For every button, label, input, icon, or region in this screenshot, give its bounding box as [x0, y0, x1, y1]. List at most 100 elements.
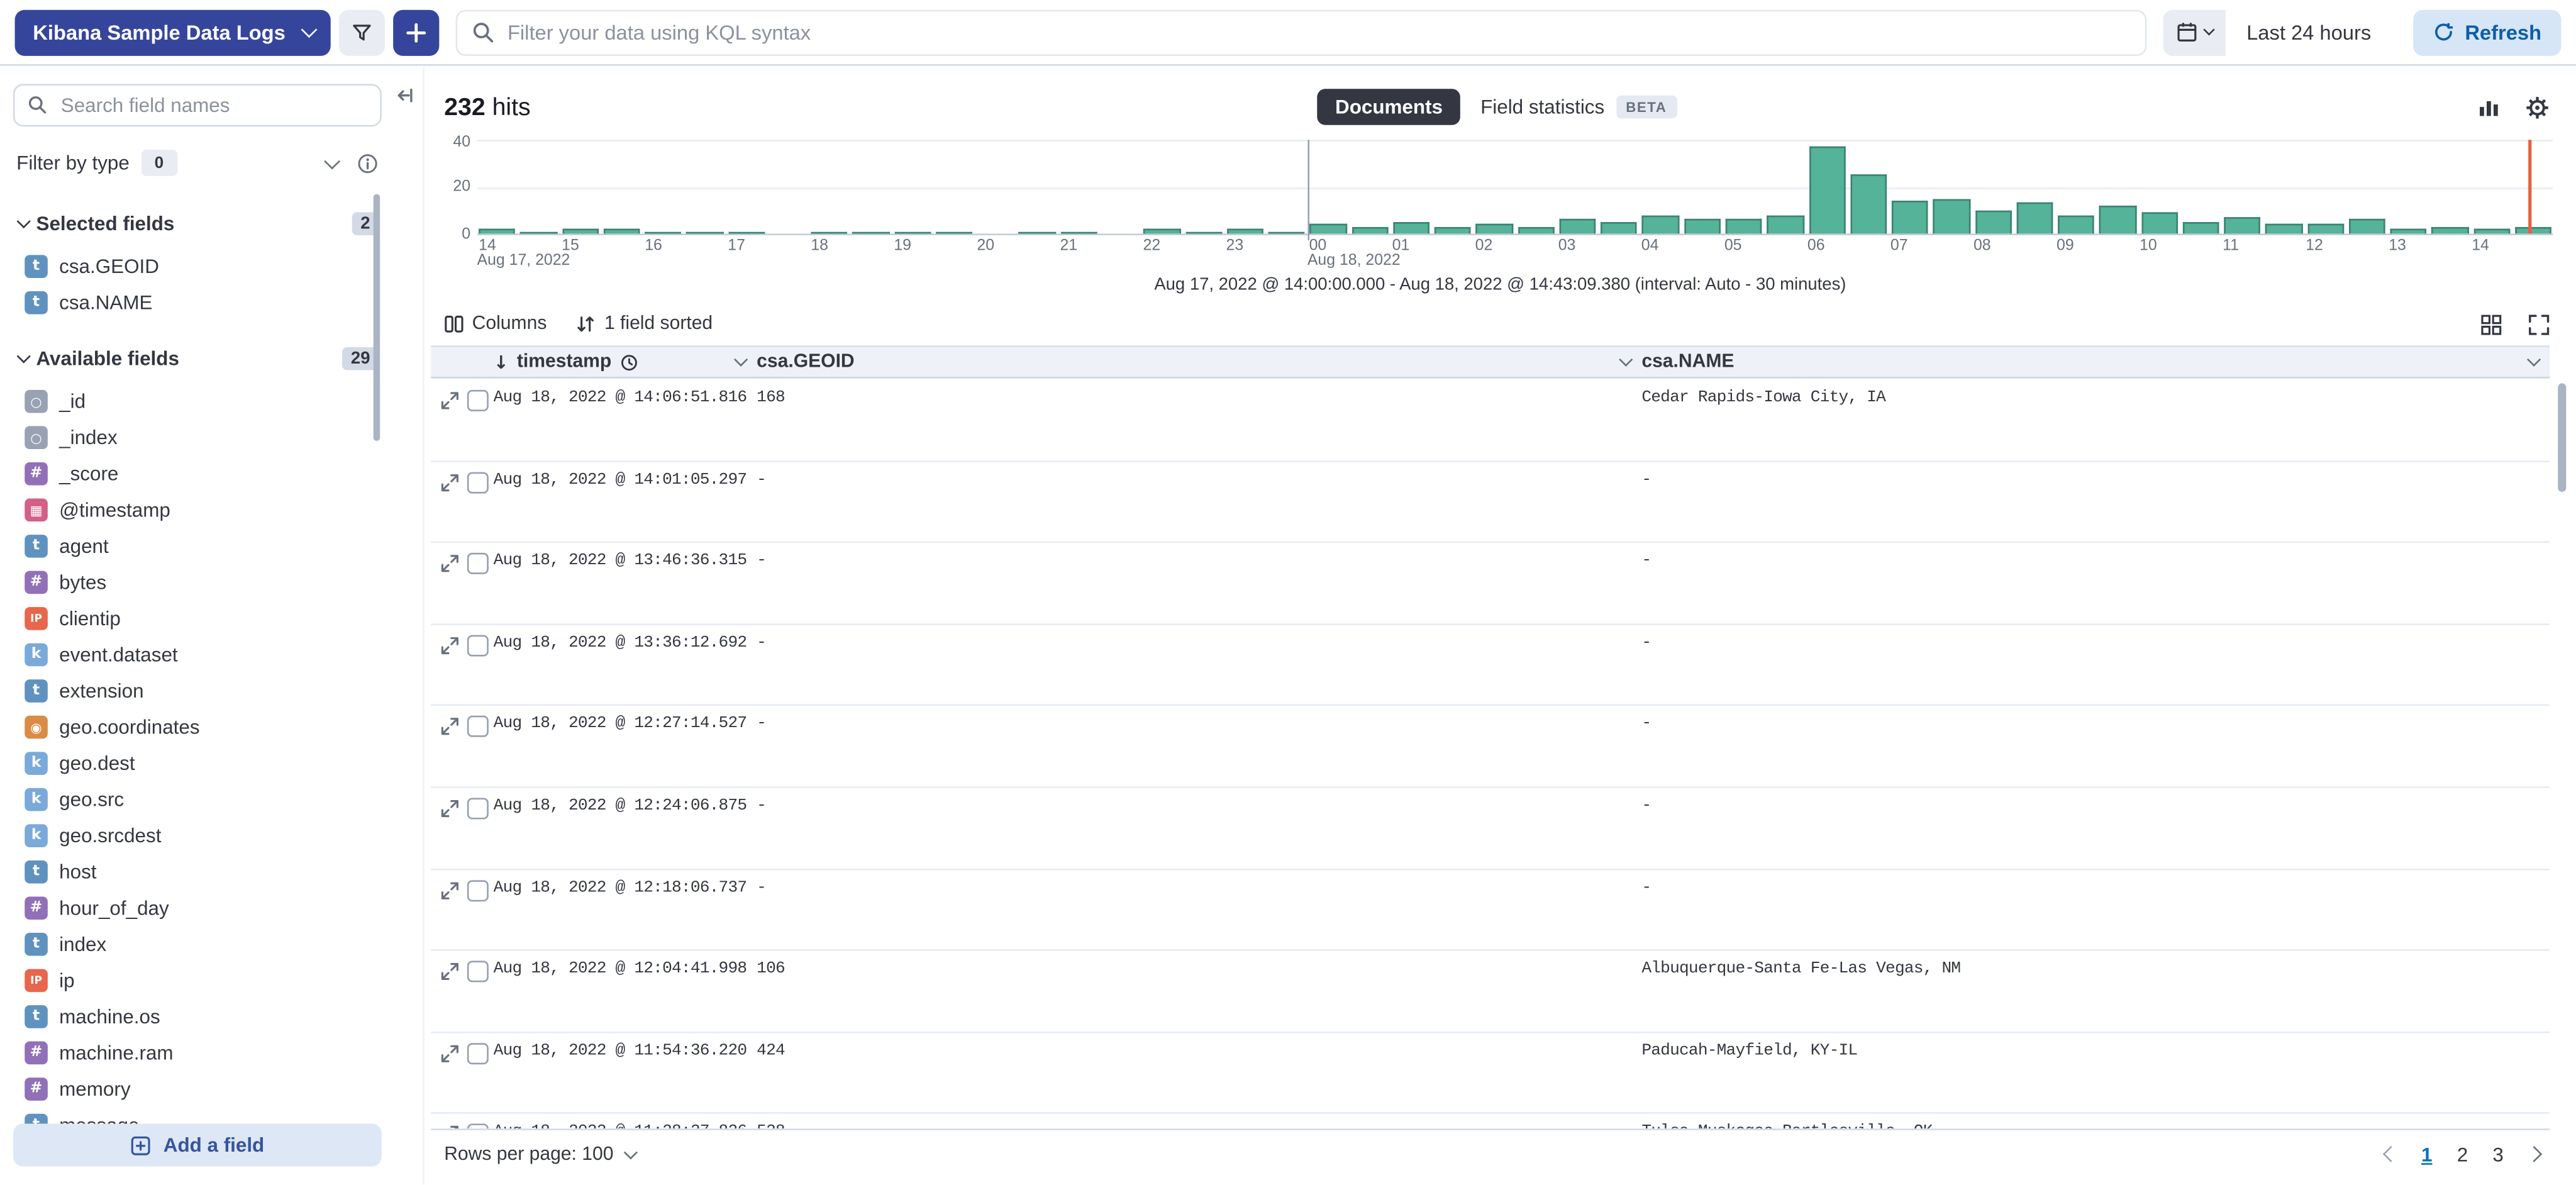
cell-timestamp[interactable]: Aug 18, 2022 @ 11:54:36.220 — [494, 1033, 757, 1060]
refresh-button[interactable]: Refresh — [2414, 9, 2561, 55]
cell-csa-name[interactable]: - — [1641, 625, 2550, 652]
cell-csa-geoid[interactable]: - — [757, 869, 1641, 897]
add-field-button[interactable]: Add a field — [13, 1124, 382, 1167]
cell-timestamp[interactable]: Aug 18, 2022 @ 11:28:27.826 — [494, 1115, 757, 1129]
row-checkbox[interactable] — [467, 390, 489, 411]
expand-row-icon[interactable] — [441, 555, 459, 573]
field-list-item[interactable]: agent — [13, 528, 423, 565]
expand-row-icon[interactable] — [441, 473, 459, 491]
fullscreen-icon[interactable] — [2528, 313, 2550, 335]
expand-row-icon[interactable] — [441, 1126, 459, 1128]
field-list-item[interactable]: _index — [13, 420, 423, 456]
field-list-item[interactable]: _id — [13, 383, 423, 420]
cell-csa-name[interactable]: Albuquerque-Santa Fe-Las Vegas, NM — [1641, 951, 2550, 979]
available-fields-header[interactable]: Available fields 29 — [13, 342, 382, 375]
add-filter-button[interactable] — [392, 9, 438, 55]
field-list-item[interactable]: machine.ram — [13, 1035, 423, 1071]
expand-row-icon[interactable] — [441, 392, 459, 410]
chart-plot-area[interactable] — [477, 140, 2553, 235]
field-list-item[interactable]: extension — [13, 673, 423, 709]
cell-csa-geoid[interactable]: - — [757, 462, 1641, 489]
field-list-item[interactable]: machine.os — [13, 999, 423, 1035]
cell-csa-name[interactable]: - — [1641, 869, 2550, 897]
expand-row-icon[interactable] — [441, 718, 459, 736]
selected-fields-header[interactable]: Selected fields 2 — [13, 208, 382, 240]
row-checkbox[interactable] — [467, 1043, 489, 1064]
cell-csa-geoid[interactable]: 538 — [757, 1115, 1641, 1129]
expand-row-icon[interactable] — [441, 881, 459, 899]
field-list-item[interactable]: clientip — [13, 601, 423, 637]
chevron-down-icon[interactable] — [1619, 353, 1633, 367]
tab-field-statistics[interactable]: Field statistics BETA — [1480, 96, 1677, 119]
cell-csa-name[interactable]: Paducah-Mayfield, KY-IL — [1641, 1033, 2550, 1060]
row-checkbox[interactable] — [467, 716, 489, 738]
chevron-down-icon[interactable] — [734, 353, 748, 367]
field-list-item[interactable]: csa.GEOID — [13, 248, 423, 285]
cell-csa-geoid[interactable]: - — [757, 788, 1641, 816]
row-checkbox[interactable] — [467, 879, 489, 901]
previous-page-icon[interactable] — [2383, 1147, 2399, 1163]
pagination-page[interactable]: 2 — [2457, 1143, 2468, 1166]
cell-csa-geoid[interactable]: - — [757, 543, 1641, 571]
expand-row-icon[interactable] — [441, 963, 459, 981]
cell-csa-geoid[interactable]: - — [757, 625, 1641, 652]
table-header-geoid[interactable]: csa.GEOID — [757, 352, 1641, 372]
time-range-button[interactable]: Last 24 hours — [2225, 9, 2392, 55]
field-list-item[interactable]: _score — [13, 456, 423, 492]
cell-csa-name[interactable]: Tulsa-Muskogee-Bartlesville, OK — [1641, 1115, 2550, 1129]
table-header-timestamp[interactable]: ↓ timestamp — [494, 351, 757, 372]
tab-documents[interactable]: Documents — [1317, 89, 1460, 125]
field-list-item[interactable]: index — [13, 926, 423, 963]
field-list-item[interactable]: @timestamp — [13, 492, 423, 528]
field-search-input[interactable] — [13, 84, 382, 126]
next-page-icon[interactable] — [2526, 1147, 2542, 1163]
cell-csa-geoid[interactable]: 424 — [757, 1033, 1641, 1060]
cell-csa-name[interactable]: Cedar Rapids-Iowa City, IA — [1641, 380, 2550, 408]
row-checkbox[interactable] — [467, 961, 489, 982]
field-list-item[interactable]: geo.dest — [13, 745, 423, 782]
row-checkbox[interactable] — [467, 553, 489, 574]
table-header-name[interactable]: csa.NAME — [1641, 352, 2550, 372]
cell-timestamp[interactable]: Aug 18, 2022 @ 13:36:12.692 — [494, 625, 757, 652]
expand-row-icon[interactable] — [441, 637, 459, 655]
display-options-icon[interactable] — [2480, 313, 2502, 335]
field-list-item[interactable]: geo.src — [13, 781, 423, 818]
cell-timestamp[interactable]: Aug 18, 2022 @ 13:46:36.315 — [494, 543, 757, 571]
cell-timestamp[interactable]: Aug 18, 2022 @ 14:01:05.297 — [494, 462, 757, 489]
cell-timestamp[interactable]: Aug 18, 2022 @ 12:27:14.527 — [494, 706, 757, 734]
cell-csa-name[interactable]: - — [1641, 543, 2550, 571]
field-list-item[interactable]: bytes — [13, 564, 423, 601]
query-menu-button[interactable] — [338, 9, 384, 55]
data-view-picker-button[interactable]: Kibana Sample Data Logs — [15, 9, 330, 55]
row-checkbox[interactable] — [467, 472, 489, 493]
row-checkbox[interactable] — [467, 798, 489, 819]
chevron-down-icon[interactable] — [2527, 353, 2541, 367]
sidebar-scrollbar[interactable] — [374, 194, 380, 441]
rows-per-page-button[interactable]: Rows per page: 100 — [444, 1145, 633, 1164]
field-list-item[interactable]: hour_of_day — [13, 890, 423, 926]
field-list-item[interactable]: ip — [13, 962, 423, 999]
cell-timestamp[interactable]: Aug 18, 2022 @ 12:18:06.737 — [494, 869, 757, 897]
field-list-item[interactable]: csa.NAME — [13, 284, 423, 321]
field-list-item[interactable]: geo.srcdest — [13, 818, 423, 854]
field-list-item[interactable]: memory — [13, 1071, 423, 1108]
expand-row-icon[interactable] — [441, 1044, 459, 1062]
info-icon[interactable] — [357, 152, 379, 174]
field-list-item[interactable]: event.dataset — [13, 637, 423, 673]
cell-csa-name[interactable]: - — [1641, 788, 2550, 816]
field-list-item[interactable]: host — [13, 854, 423, 890]
row-checkbox[interactable] — [467, 1124, 489, 1128]
expand-row-icon[interactable] — [441, 799, 459, 818]
chart-options-icon[interactable] — [2477, 96, 2501, 119]
field-sorted-button[interactable]: 1 field sorted — [576, 314, 713, 334]
kql-search-input[interactable] — [455, 9, 2146, 55]
field-list-item[interactable]: geo.coordinates — [13, 709, 423, 745]
date-picker-menu-button[interactable] — [2163, 9, 2225, 55]
cell-timestamp[interactable]: Aug 18, 2022 @ 12:04:41.998 — [494, 951, 757, 979]
cell-csa-geoid[interactable]: 106 — [757, 951, 1641, 979]
cell-csa-geoid[interactable]: 168 — [757, 380, 1641, 408]
cell-timestamp[interactable]: Aug 18, 2022 @ 12:24:06.875 — [494, 788, 757, 816]
cell-timestamp[interactable]: Aug 18, 2022 @ 14:06:51.816 — [494, 380, 757, 408]
columns-button[interactable]: Columns — [444, 314, 547, 334]
cell-csa-name[interactable]: - — [1641, 706, 2550, 734]
